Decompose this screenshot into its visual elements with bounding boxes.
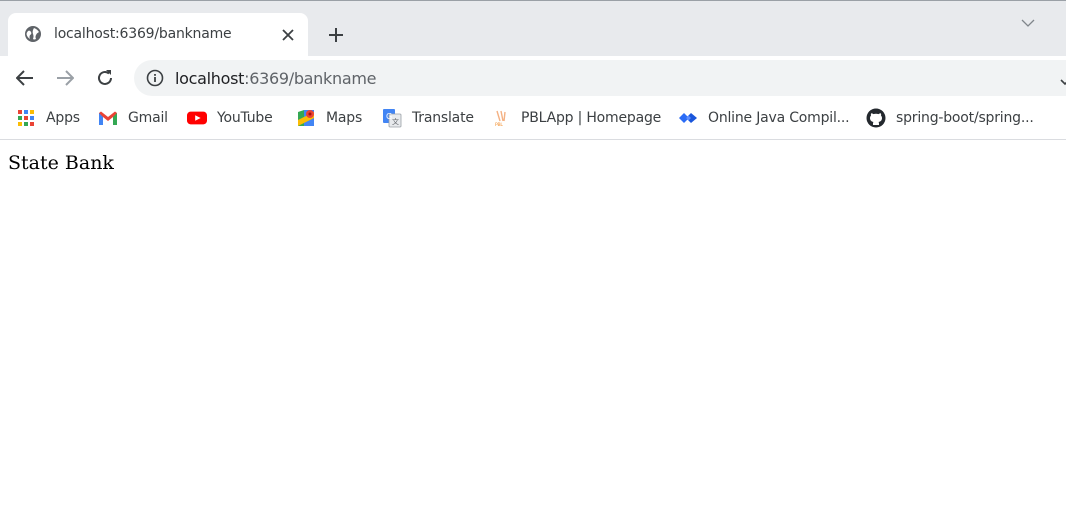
url-path: :6369/bankname (244, 69, 377, 88)
url-text[interactable]: localhost:6369/bankname (175, 69, 376, 88)
apps-grid-icon (16, 108, 36, 128)
new-tab-icon[interactable] (322, 21, 350, 49)
bookmark-translate[interactable]: G 文 Translate (382, 106, 474, 130)
github-icon (866, 108, 886, 128)
tab-strip: localhost:6369/bankname (0, 0, 1066, 57)
bookmark-label: Gmail (128, 110, 168, 126)
bank-name-text: State Bank (8, 152, 114, 174)
svg-text:PBL: PBL (495, 122, 503, 128)
pbl-icon: PBL (491, 108, 511, 128)
toolbar: localhost:6369/bankname (0, 56, 1066, 100)
tab-active[interactable]: localhost:6369/bankname (8, 13, 308, 57)
bookmark-label: Online Java Compil... (708, 110, 850, 126)
bookmark-label: Apps (46, 110, 80, 126)
bookmark-label: spring-boot/spring... (896, 110, 1034, 126)
close-tab-icon[interactable] (278, 25, 298, 45)
url-host: localhost (175, 69, 245, 88)
back-arrow-icon[interactable] (10, 63, 40, 93)
bookmark-label: Translate (412, 110, 474, 126)
tab-title: localhost:6369/bankname (54, 26, 232, 42)
bookmark-apps[interactable]: Apps (16, 106, 80, 130)
translate-icon: G 文 (382, 108, 402, 128)
bookmark-label: Maps (326, 110, 363, 126)
bookmark-label: YouTube (217, 110, 273, 126)
chevron-down-icon[interactable] (1016, 11, 1040, 35)
bookmark-gmail[interactable]: Gmail (98, 106, 168, 130)
youtube-icon (187, 108, 207, 128)
maps-icon (296, 108, 316, 128)
address-bar[interactable]: localhost:6369/bankname (134, 60, 1066, 96)
globe-icon (24, 25, 42, 43)
bookmark-online-java-compiler[interactable]: Online Java Compil... (678, 106, 850, 130)
bookmark-label: PBLApp | Homepage (521, 110, 662, 126)
bookmark-youtube[interactable]: YouTube (187, 106, 273, 130)
bookmark-spring-boot[interactable]: spring-boot/spring... (866, 106, 1034, 130)
bookmark-maps[interactable]: Maps (296, 106, 362, 130)
bookmarks-bar: Apps Gmail YouTube Maps G 文 Translate PB… (0, 100, 1066, 140)
omnibox-dropdown-icon[interactable] (1060, 72, 1066, 86)
forward-arrow-icon[interactable] (50, 63, 80, 93)
bookmark-pblapp[interactable]: PBL PBLApp | Homepage (491, 106, 661, 130)
gmail-icon (98, 108, 118, 128)
jdoodle-icon (678, 108, 698, 128)
page-content: State Bank (0, 141, 1066, 528)
info-icon[interactable] (146, 69, 164, 87)
reload-icon[interactable] (90, 63, 120, 93)
svg-text:文: 文 (392, 117, 399, 126)
browser-window: localhost:6369/bankname localhost:6369/b… (0, 0, 1066, 528)
